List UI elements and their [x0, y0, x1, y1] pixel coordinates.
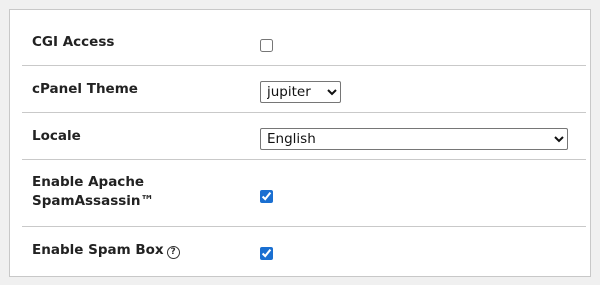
spam-box-label-wrap: Enable Spam Box? [32, 241, 232, 260]
setting-row-spamassassin: Enable Apache SpamAssassin™ [22, 160, 586, 227]
cpanel-theme-select[interactable]: jupiter [260, 81, 341, 103]
cgi-access-label: CGI Access [32, 34, 115, 50]
account-settings-panel: CGI Access cPanel Theme jupiter Locale E… [9, 9, 591, 277]
spamassassin-checkbox[interactable] [260, 190, 273, 203]
setting-row-cgi-access: CGI Access [22, 10, 586, 66]
cgi-access-checkbox[interactable] [260, 39, 273, 52]
spam-box-checkbox[interactable] [260, 247, 273, 260]
locale-select[interactable]: English [260, 128, 568, 150]
cpanel-theme-label: cPanel Theme [32, 81, 138, 97]
setting-row-cpanel-theme: cPanel Theme jupiter [22, 66, 586, 113]
spamassassin-label: Enable Apache SpamAssassin™ [32, 174, 155, 209]
setting-row-locale: Locale English [22, 113, 586, 160]
locale-label: Locale [32, 128, 81, 144]
spam-box-label: Enable Spam Box [32, 242, 164, 258]
help-icon[interactable]: ? [166, 246, 180, 259]
setting-row-spam-box: Enable Spam Box? [22, 227, 586, 277]
